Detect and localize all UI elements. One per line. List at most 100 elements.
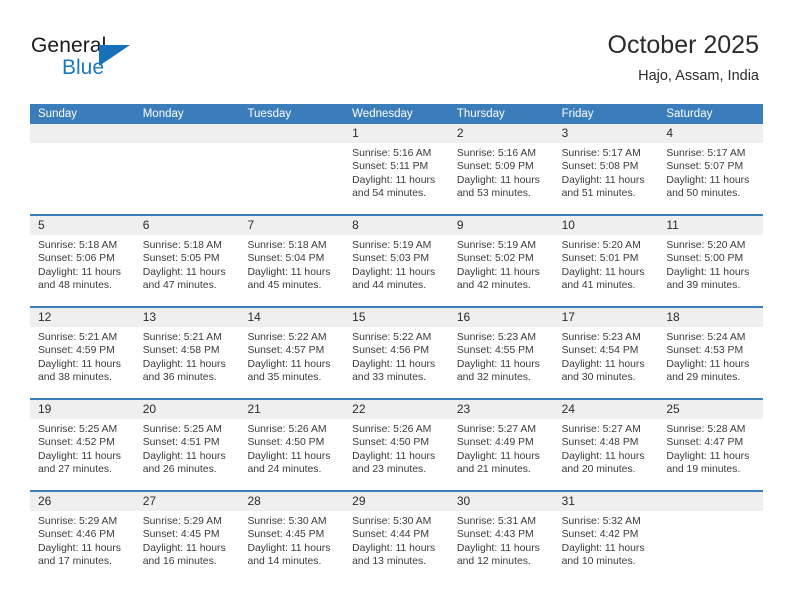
- daylight-text: Daylight: 11 hours and 53 minutes.: [456, 174, 540, 200]
- day-number-13[interactable]: 13: [135, 308, 240, 327]
- day-cell-21[interactable]: Sunrise: 5:26 AM Sunset: 4:50 PM Daylight:…: [239, 419, 344, 490]
- day-cell-19[interactable]: Sunrise: 5:25 AM Sunset: 4:52 PM Daylight:…: [30, 419, 135, 490]
- day-cell-22[interactable]: Sunrise: 5:26 AM Sunset: 4:50 PM Daylight:…: [344, 419, 449, 490]
- day-cell-15[interactable]: Sunrise: 5:22 AM Sunset: 4:56 PM Daylight:…: [344, 327, 449, 398]
- day-number-14[interactable]: 14: [239, 308, 344, 327]
- day-number-4[interactable]: 4: [658, 124, 763, 143]
- logo-general-blue[interactable]: General Blue: [31, 34, 171, 84]
- day-number-26[interactable]: 26: [30, 492, 135, 511]
- page-header: General Blue October 2025 Hajo, Assam, I…: [0, 0, 792, 100]
- day-cell-26[interactable]: Sunrise: 5:29 AM Sunset: 4:46 PM Daylight:…: [30, 511, 135, 582]
- day-number-17[interactable]: 17: [554, 308, 659, 327]
- sunset-text: Sunset: 4:54 PM: [561, 345, 639, 357]
- logo-text-general: General: [31, 34, 107, 57]
- day-cell-18[interactable]: Sunrise: 5:24 AM Sunset: 4:53 PM Daylight:…: [658, 327, 763, 398]
- day-number-2[interactable]: 2: [449, 124, 554, 143]
- day-number-31[interactable]: 31: [554, 492, 659, 511]
- daylight-text: Daylight: 11 hours and 14 minutes.: [247, 542, 331, 568]
- sunrise-text: Sunrise: 5:21 AM: [38, 332, 118, 343]
- day-number-24[interactable]: 24: [554, 400, 659, 419]
- sunset-text: Sunset: 4:50 PM: [352, 437, 429, 449]
- sunset-text: Sunset: 4:53 PM: [666, 345, 744, 357]
- day-cell-28[interactable]: Sunrise: 5:30 AM Sunset: 4:45 PM Daylight:…: [239, 511, 344, 582]
- day-cell-5[interactable]: Sunrise: 5:18 AM Sunset: 5:06 PM Daylight:…: [30, 235, 135, 306]
- day-cell-27[interactable]: Sunrise: 5:29 AM Sunset: 4:45 PM Daylight:…: [135, 511, 240, 582]
- day-number-11[interactable]: 11: [658, 216, 763, 235]
- day-cell-30[interactable]: Sunrise: 5:31 AM Sunset: 4:43 PM Daylight:…: [449, 511, 554, 582]
- day-number-1[interactable]: 1: [344, 124, 449, 143]
- week-date-band: 1234: [30, 124, 763, 143]
- day-cell-7[interactable]: Sunrise: 5:18 AM Sunset: 5:04 PM Daylight:…: [239, 235, 344, 306]
- day-number-12[interactable]: 12: [30, 308, 135, 327]
- day-cell-20[interactable]: Sunrise: 5:25 AM Sunset: 4:51 PM Daylight:…: [135, 419, 240, 490]
- day-cell-16[interactable]: Sunrise: 5:23 AM Sunset: 4:55 PM Daylight:…: [449, 327, 554, 398]
- day-number-27[interactable]: 27: [135, 492, 240, 511]
- day-number-28[interactable]: 28: [239, 492, 344, 511]
- day-cell-25[interactable]: Sunrise: 5:28 AM Sunset: 4:47 PM Daylight:…: [658, 419, 763, 490]
- day-cell-11[interactable]: Sunrise: 5:20 AM Sunset: 5:00 PM Daylight:…: [658, 235, 763, 306]
- day-number-16[interactable]: 16: [449, 308, 554, 327]
- day-cell-17[interactable]: Sunrise: 5:23 AM Sunset: 4:54 PM Daylight:…: [554, 327, 659, 398]
- day-cell-23[interactable]: Sunrise: 5:27 AM Sunset: 4:49 PM Daylight:…: [449, 419, 554, 490]
- daylight-text: Daylight: 11 hours and 10 minutes.: [561, 542, 645, 568]
- day-cell-3[interactable]: Sunrise: 5:17 AM Sunset: 5:08 PM Daylight:…: [554, 143, 659, 214]
- day-cell-4[interactable]: Sunrise: 5:17 AM Sunset: 5:07 PM Daylight:…: [658, 143, 763, 214]
- day-number-3[interactable]: 3: [554, 124, 659, 143]
- week-body-row: Sunrise: 5:29 AM Sunset: 4:46 PM Daylight:…: [30, 511, 763, 582]
- daylight-text: Daylight: 11 hours and 41 minutes.: [561, 266, 645, 292]
- sunrise-text: Sunrise: 5:20 AM: [561, 240, 641, 251]
- day-cell-12[interactable]: Sunrise: 5:21 AM Sunset: 4:59 PM Daylight:…: [30, 327, 135, 398]
- day-number-30[interactable]: 30: [449, 492, 554, 511]
- weekday-header-friday: Friday: [561, 108, 594, 120]
- sunrise-text: Sunrise: 5:21 AM: [142, 332, 222, 343]
- daylight-text: Daylight: 11 hours and 33 minutes.: [352, 358, 436, 384]
- weekday-header-saturday: Saturday: [666, 108, 713, 120]
- day-number-25[interactable]: 25: [658, 400, 763, 419]
- sunrise-text: Sunrise: 5:25 AM: [142, 424, 222, 435]
- daylight-text: Daylight: 11 hours and 27 minutes.: [38, 450, 121, 476]
- day-cell-10[interactable]: Sunrise: 5:20 AM Sunset: 5:01 PM Daylight:…: [554, 235, 659, 306]
- day-number-5[interactable]: 5: [30, 216, 135, 235]
- sunset-text: Sunset: 5:09 PM: [456, 161, 534, 173]
- day-number-empty: [658, 492, 763, 511]
- sunset-text: Sunset: 4:48 PM: [561, 437, 639, 449]
- day-number-29[interactable]: 29: [344, 492, 449, 511]
- daylight-text: Daylight: 11 hours and 32 minutes.: [456, 358, 540, 384]
- day-cell-9[interactable]: Sunrise: 5:19 AM Sunset: 5:02 PM Daylight:…: [449, 235, 554, 306]
- sunset-text: Sunset: 5:05 PM: [142, 253, 220, 265]
- day-number-15[interactable]: 15: [344, 308, 449, 327]
- sunrise-text: Sunrise: 5:16 AM: [456, 148, 537, 159]
- day-number-8[interactable]: 8: [344, 216, 449, 235]
- sunset-text: Sunset: 4:50 PM: [247, 437, 325, 449]
- week-body-row: Sunrise: 5:16 AM Sunset: 5:11 PM Daylight:…: [30, 143, 763, 214]
- day-cell-6[interactable]: Sunrise: 5:18 AM Sunset: 5:05 PM Daylight:…: [135, 235, 240, 306]
- day-cell-1[interactable]: Sunrise: 5:16 AM Sunset: 5:11 PM Daylight:…: [344, 143, 449, 214]
- day-number-7[interactable]: 7: [239, 216, 344, 235]
- day-cell-13[interactable]: Sunrise: 5:21 AM Sunset: 4:58 PM Daylight:…: [135, 327, 240, 398]
- daylight-text: Daylight: 11 hours and 19 minutes.: [666, 450, 750, 476]
- daylight-text: Daylight: 11 hours and 26 minutes.: [142, 450, 226, 476]
- day-cell-31[interactable]: Sunrise: 5:32 AM Sunset: 4:42 PM Daylight:…: [554, 511, 659, 582]
- day-number-23[interactable]: 23: [449, 400, 554, 419]
- day-cell-14[interactable]: Sunrise: 5:22 AM Sunset: 4:57 PM Daylight:…: [239, 327, 344, 398]
- sunset-text: Sunset: 5:04 PM: [247, 253, 325, 265]
- sunrise-text: Sunrise: 5:17 AM: [666, 148, 746, 159]
- day-number-19[interactable]: 19: [30, 400, 135, 419]
- daylight-text: Daylight: 11 hours and 17 minutes.: [38, 542, 121, 568]
- sunset-text: Sunset: 4:46 PM: [38, 529, 115, 541]
- sunset-text: Sunset: 4:59 PM: [38, 345, 115, 357]
- day-cell-29[interactable]: Sunrise: 5:30 AM Sunset: 4:44 PM Daylight:…: [344, 511, 449, 582]
- day-number-6[interactable]: 6: [135, 216, 240, 235]
- day-number-20[interactable]: 20: [135, 400, 240, 419]
- day-number-18[interactable]: 18: [658, 308, 763, 327]
- day-number-9[interactable]: 9: [449, 216, 554, 235]
- day-number-empty: [30, 124, 135, 143]
- day-number-21[interactable]: 21: [239, 400, 344, 419]
- sunrise-text: Sunrise: 5:22 AM: [247, 332, 327, 343]
- sunset-text: Sunset: 4:43 PM: [456, 529, 534, 541]
- day-cell-2[interactable]: Sunrise: 5:16 AM Sunset: 5:09 PM Daylight:…: [449, 143, 554, 214]
- day-cell-24[interactable]: Sunrise: 5:27 AM Sunset: 4:48 PM Daylight:…: [554, 419, 659, 490]
- day-number-10[interactable]: 10: [554, 216, 659, 235]
- day-cell-8[interactable]: Sunrise: 5:19 AM Sunset: 5:03 PM Daylight:…: [344, 235, 449, 306]
- day-number-22[interactable]: 22: [344, 400, 449, 419]
